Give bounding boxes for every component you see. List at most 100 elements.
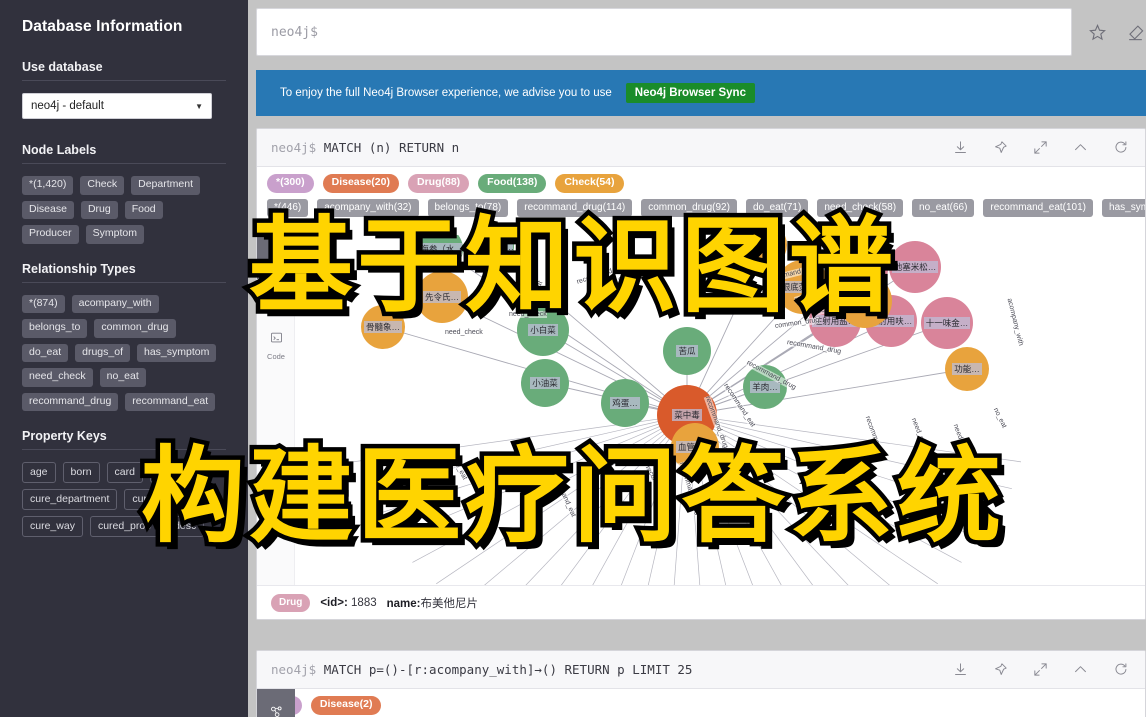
property-key-chip[interactable]: age xyxy=(22,462,56,484)
node-legend-chip[interactable]: Disease(2) xyxy=(310,696,382,715)
node-label-chip[interactable]: Disease xyxy=(22,200,74,220)
relationship-legend-chip[interactable]: do_eat(71) xyxy=(745,198,809,217)
graph-node[interactable]: 十一味金… xyxy=(921,297,973,349)
rail-item-label: Table xyxy=(267,307,285,317)
relationship-type-chip[interactable]: acompany_with xyxy=(71,294,159,314)
database-select[interactable]: neo4j - default ▼ xyxy=(22,93,212,119)
graph-node[interactable]: 地塞米松… xyxy=(889,241,941,293)
graph-node[interactable]: 功能… xyxy=(945,347,989,391)
editor-actions xyxy=(1086,21,1146,43)
view-mode-rail-2 xyxy=(257,689,295,717)
pin-icon[interactable] xyxy=(989,659,1011,681)
star-icon[interactable] xyxy=(1086,21,1108,43)
node-label-chip[interactable]: Symptom xyxy=(85,225,144,244)
table-icon xyxy=(269,286,284,306)
editor-prompt: neo4j$ xyxy=(271,24,318,40)
rail-item-code[interactable]: Code xyxy=(257,323,295,367)
graph-node-label: 鸡蛋… xyxy=(610,397,640,409)
relationship-type-chip[interactable]: has_symptom xyxy=(137,343,217,363)
divider xyxy=(22,281,226,283)
inspector-name: name:布美他尼片 xyxy=(387,595,478,611)
node-label-chip[interactable]: Food xyxy=(124,200,163,220)
relationship-type-chip[interactable]: recommand_eat xyxy=(125,392,216,412)
relationship-type-chip[interactable]: common_drug xyxy=(94,319,176,338)
graph-node-label: 十一味金… xyxy=(923,317,971,329)
node-label-chip[interactable]: Drug xyxy=(80,200,118,220)
node-legend-chip[interactable]: Check(54) xyxy=(555,174,624,193)
node-label-chip[interactable]: *(1,420) xyxy=(22,176,74,195)
sidebar-title: Database Information xyxy=(22,18,183,35)
rail-item-graph[interactable] xyxy=(257,689,295,717)
relationship-types-chip-list: *(874) acompany_with belongs_to common_drug… xyxy=(22,294,226,412)
rail-item-label: Graph xyxy=(265,263,287,273)
result-card-1-query[interactable]: neo4j$ MATCH (n) RETURN n xyxy=(271,140,459,155)
graph-node-label: 功能… xyxy=(952,363,982,375)
graph-area: Graph Table Code 菜中毒 海参（水… 豆腐干炒… 先令氏… 骨髓象… 小白菜小… xyxy=(257,235,1145,619)
property-key-chip[interactable]: card xyxy=(106,462,143,484)
relationship-legend-chip[interactable]: has_symptom(114) xyxy=(1102,198,1145,217)
relationship-type-chip[interactable]: recommand_drug xyxy=(22,392,119,412)
relationship-type-chip[interactable]: *(874) xyxy=(22,294,65,314)
graph-node[interactable]: 先令氏… xyxy=(416,271,468,323)
property-key-chip[interactable]: cause xyxy=(149,462,195,484)
collapse-icon[interactable] xyxy=(1069,137,1091,159)
card-query-text: MATCH p=()-[r:acompany_with]→() RETURN p… xyxy=(323,662,693,677)
relationship-legend-chip[interactable]: common_drug(92) xyxy=(641,198,737,217)
graph-node[interactable]: 鸡蛋… xyxy=(601,379,649,427)
node-labels-chip-list: *(1,420) Check Department Disease Drug Food Pr… xyxy=(22,176,226,244)
browser-sync-button[interactable]: Neo4j Browser Sync xyxy=(625,83,755,103)
property-key-chip[interactable]: cure_lasttime xyxy=(124,489,203,511)
query-editor[interactable]: neo4j$ xyxy=(256,8,1072,56)
refresh-icon[interactable] xyxy=(1109,659,1131,681)
property-key-chip[interactable]: desc xyxy=(166,516,205,538)
download-icon[interactable] xyxy=(949,659,971,681)
expand-icon[interactable] xyxy=(1029,137,1051,159)
relationship-type-chip[interactable]: no_eat xyxy=(99,368,146,387)
result-card-2: neo4j$ MATCH p=()-[r:acompany_with]→() R… xyxy=(256,650,1146,717)
refresh-icon[interactable] xyxy=(1109,137,1131,159)
relationship-type-chip[interactable]: drugs_of xyxy=(75,343,130,363)
graph-node[interactable]: 苦瓜 xyxy=(663,327,711,375)
property-key-chip[interactable]: cure_way xyxy=(22,516,83,538)
graph-icon xyxy=(269,242,284,262)
node-legend-chip[interactable]: *(300) xyxy=(267,174,314,193)
eraser-icon[interactable] xyxy=(1124,21,1146,43)
relationship-legend-chip[interactable]: need_check(58) xyxy=(817,198,904,217)
pin-icon[interactable] xyxy=(989,137,1011,159)
inspector-id-value: 1883 xyxy=(351,596,377,609)
node-legend-chip[interactable]: Drug(88) xyxy=(407,174,470,193)
relationship-legend-chip[interactable]: recommand_eat(101) xyxy=(983,198,1094,217)
property-key-chip[interactable]: cured_prob xyxy=(89,516,160,538)
node-legend-chip[interactable]: Disease(20) xyxy=(322,174,399,193)
result-card-2-query[interactable]: neo4j$ MATCH p=()-[r:acompany_with]→() R… xyxy=(271,662,692,677)
property-key-chip[interactable]: born xyxy=(62,462,100,484)
relationship-types-heading: Relationship Types xyxy=(22,261,136,276)
property-key-chip[interactable]: cure_department xyxy=(22,489,118,511)
rail-item-graph[interactable]: Graph xyxy=(257,235,295,279)
relationship-legend-chip[interactable]: *(446) xyxy=(267,198,309,217)
relationship-legend-chip[interactable]: belongs_to(78) xyxy=(427,198,509,217)
graph-node[interactable]: 骨髓象… xyxy=(361,305,405,349)
graph-node-label: 苦瓜 xyxy=(676,345,698,357)
node-label-chip[interactable]: Producer xyxy=(22,225,79,244)
relationship-type-chip[interactable]: need_check xyxy=(22,368,93,387)
expand-icon[interactable] xyxy=(1029,659,1051,681)
divider xyxy=(22,449,226,451)
collapse-icon[interactable] xyxy=(1069,659,1091,681)
relationship-type-chip[interactable]: belongs_to xyxy=(22,319,88,338)
node-legend-chip[interactable]: Food(138) xyxy=(478,174,547,193)
relationship-type-chip[interactable]: do_eat xyxy=(22,343,69,363)
relationship-legend-chip[interactable]: no_eat(66) xyxy=(912,198,975,217)
card-prompt: neo4j$ xyxy=(271,140,317,155)
node-label-chip[interactable]: Check xyxy=(80,176,125,195)
relationship-legend-chip[interactable]: acompany_with(32) xyxy=(317,198,419,217)
graph-node[interactable]: 小油菜 xyxy=(521,359,569,407)
download-icon[interactable] xyxy=(949,137,971,159)
relationship-legend-chip[interactable]: recommand_drug(114) xyxy=(517,198,633,217)
graph-canvas[interactable]: 菜中毒 海参（水… 豆腐干炒… 先令氏… 骨髓象… 小白菜 小油菜 鸡蛋… 羊肉… 苦瓜 布美他… 地… xyxy=(295,235,1145,619)
app-root: Database Information Use database neo4j … xyxy=(0,0,1146,717)
rail-item-table[interactable]: Table xyxy=(257,279,295,323)
node-label-chip[interactable]: Department xyxy=(131,176,200,195)
